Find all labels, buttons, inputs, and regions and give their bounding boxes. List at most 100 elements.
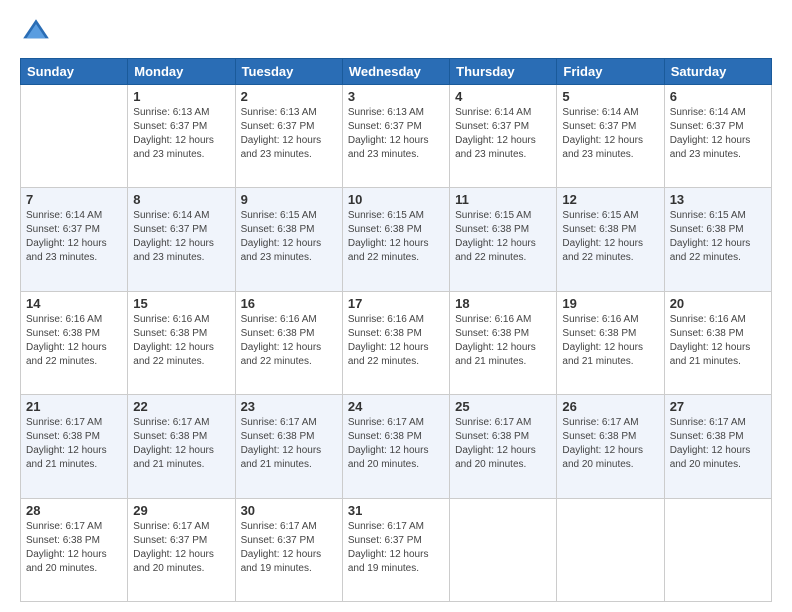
day-number: 31 [348,503,444,518]
day-info: Sunrise: 6:14 AM Sunset: 6:37 PM Dayligh… [455,106,551,162]
calendar-cell: 25 Sunrise: 6:17 AM Sunset: 6:38 PM Dayli… [450,395,557,498]
day-number: 30 [241,503,337,518]
calendar-cell: 8 Sunrise: 6:14 AM Sunset: 6:37 PM Daylig… [128,188,235,291]
day-number: 8 [133,192,229,207]
calendar-cell: 23 Sunrise: 6:17 AM Sunset: 6:38 PM Dayli… [235,395,342,498]
day-info: Sunrise: 6:14 AM Sunset: 6:37 PM Dayligh… [26,209,122,265]
day-info: Sunrise: 6:15 AM Sunset: 6:38 PM Dayligh… [348,209,444,265]
day-number: 23 [241,399,337,414]
day-info: Sunrise: 6:17 AM Sunset: 6:37 PM Dayligh… [348,520,444,576]
calendar-cell: 6Sunrise: 6:14 AM Sunset: 6:37 PM Daylig… [664,85,771,188]
day-number: 2 [241,89,337,104]
day-info: Sunrise: 6:17 AM Sunset: 6:38 PM Dayligh… [133,416,229,472]
day-number: 19 [562,296,658,311]
day-info: Sunrise: 6:13 AM Sunset: 6:37 PM Dayligh… [348,106,444,162]
calendar-cell: 13 Sunrise: 6:15 AM Sunset: 6:38 PM Dayli… [664,188,771,291]
day-number: 9 [241,192,337,207]
calendar-cell: 3 Sunrise: 6:13 AM Sunset: 6:37 PM Daylig… [342,85,449,188]
weekday-header: Tuesday [235,59,342,85]
day-info: Sunrise: 6:16 AM Sunset: 6:38 PM Dayligh… [562,313,658,369]
logo-icon [20,16,52,48]
calendar-cell [557,498,664,601]
day-number: 11 [455,192,551,207]
weekday-header: Sunday [21,59,128,85]
day-info: Sunrise: 6:16 AM Sunset: 6:38 PM Dayligh… [26,313,122,369]
calendar-cell: 20Sunrise: 6:16 AM Sunset: 6:38 PM Dayli… [664,291,771,394]
logo [20,16,56,48]
day-info: Sunrise: 6:14 AM Sunset: 6:37 PM Dayligh… [670,106,766,162]
day-number: 4 [455,89,551,104]
calendar-cell: 14 Sunrise: 6:16 AM Sunset: 6:38 PM Dayli… [21,291,128,394]
calendar-cell: 26 Sunrise: 6:17 AM Sunset: 6:38 PM Dayli… [557,395,664,498]
day-info: Sunrise: 6:16 AM Sunset: 6:38 PM Dayligh… [133,313,229,369]
calendar-cell: 7 Sunrise: 6:14 AM Sunset: 6:37 PM Daylig… [21,188,128,291]
calendar-cell: 12Sunrise: 6:15 AM Sunset: 6:38 PM Dayli… [557,188,664,291]
day-info: Sunrise: 6:17 AM Sunset: 6:38 PM Dayligh… [455,416,551,472]
calendar-cell: 21 Sunrise: 6:17 AM Sunset: 6:38 PM Dayli… [21,395,128,498]
day-number: 7 [26,192,122,207]
day-info: Sunrise: 6:17 AM Sunset: 6:38 PM Dayligh… [26,416,122,472]
day-info: Sunrise: 6:17 AM Sunset: 6:37 PM Dayligh… [133,520,229,576]
day-number: 10 [348,192,444,207]
day-number: 13 [670,192,766,207]
day-number: 14 [26,296,122,311]
calendar-week-row: 14 Sunrise: 6:16 AM Sunset: 6:38 PM Dayli… [21,291,772,394]
calendar-cell: 31 Sunrise: 6:17 AM Sunset: 6:37 PM Dayli… [342,498,449,601]
calendar-week-row: 1 Sunrise: 6:13 AM Sunset: 6:37 PM Daylig… [21,85,772,188]
calendar-cell: 1 Sunrise: 6:13 AM Sunset: 6:37 PM Daylig… [128,85,235,188]
calendar-week-row: 7 Sunrise: 6:14 AM Sunset: 6:37 PM Daylig… [21,188,772,291]
calendar-cell: 22 Sunrise: 6:17 AM Sunset: 6:38 PM Dayli… [128,395,235,498]
page: SundayMondayTuesdayWednesdayThursdayFrid… [0,0,792,612]
day-number: 29 [133,503,229,518]
day-number: 12 [562,192,658,207]
calendar-cell: 27 Sunrise: 6:17 AM Sunset: 6:38 PM Dayli… [664,395,771,498]
weekday-header: Thursday [450,59,557,85]
day-number: 21 [26,399,122,414]
day-info: Sunrise: 6:17 AM Sunset: 6:37 PM Dayligh… [241,520,337,576]
day-number: 5 [562,89,658,104]
day-number: 24 [348,399,444,414]
day-info: Sunrise: 6:13 AM Sunset: 6:37 PM Dayligh… [241,106,337,162]
day-info: Sunrise: 6:17 AM Sunset: 6:38 PM Dayligh… [670,416,766,472]
calendar-cell: 2 Sunrise: 6:13 AM Sunset: 6:37 PM Daylig… [235,85,342,188]
day-number: 27 [670,399,766,414]
calendar-header-row: SundayMondayTuesdayWednesdayThursdayFrid… [21,59,772,85]
day-number: 1 [133,89,229,104]
day-number: 25 [455,399,551,414]
day-info: Sunrise: 6:14 AM Sunset: 6:37 PM Dayligh… [562,106,658,162]
day-info: Sunrise: 6:15 AM Sunset: 6:38 PM Dayligh… [670,209,766,265]
day-info: Sunrise: 6:17 AM Sunset: 6:38 PM Dayligh… [26,520,122,576]
day-info: Sunrise: 6:16 AM Sunset: 6:38 PM Dayligh… [670,313,766,369]
calendar-week-row: 28 Sunrise: 6:17 AM Sunset: 6:38 PM Dayli… [21,498,772,601]
calendar-cell: 9Sunrise: 6:15 AM Sunset: 6:38 PM Daylig… [235,188,342,291]
calendar-cell: 5 Sunrise: 6:14 AM Sunset: 6:37 PM Daylig… [557,85,664,188]
day-info: Sunrise: 6:14 AM Sunset: 6:37 PM Dayligh… [133,209,229,265]
weekday-header: Monday [128,59,235,85]
calendar-cell: 11Sunrise: 6:15 AM Sunset: 6:38 PM Dayli… [450,188,557,291]
calendar-cell: 30 Sunrise: 6:17 AM Sunset: 6:37 PM Dayli… [235,498,342,601]
calendar-cell: 16Sunrise: 6:16 AM Sunset: 6:38 PM Dayli… [235,291,342,394]
day-number: 15 [133,296,229,311]
day-number: 28 [26,503,122,518]
day-info: Sunrise: 6:17 AM Sunset: 6:38 PM Dayligh… [241,416,337,472]
day-number: 18 [455,296,551,311]
calendar-table: SundayMondayTuesdayWednesdayThursdayFrid… [20,58,772,602]
day-number: 16 [241,296,337,311]
calendar-cell: 29 Sunrise: 6:17 AM Sunset: 6:37 PM Dayli… [128,498,235,601]
day-info: Sunrise: 6:16 AM Sunset: 6:38 PM Dayligh… [455,313,551,369]
day-info: Sunrise: 6:17 AM Sunset: 6:38 PM Dayligh… [348,416,444,472]
day-number: 3 [348,89,444,104]
weekday-header: Saturday [664,59,771,85]
day-number: 17 [348,296,444,311]
day-info: Sunrise: 6:16 AM Sunset: 6:38 PM Dayligh… [348,313,444,369]
calendar-week-row: 21 Sunrise: 6:17 AM Sunset: 6:38 PM Dayli… [21,395,772,498]
day-info: Sunrise: 6:17 AM Sunset: 6:38 PM Dayligh… [562,416,658,472]
weekday-header: Wednesday [342,59,449,85]
calendar-cell [450,498,557,601]
day-info: Sunrise: 6:13 AM Sunset: 6:37 PM Dayligh… [133,106,229,162]
day-number: 26 [562,399,658,414]
day-number: 22 [133,399,229,414]
calendar-cell: 17 Sunrise: 6:16 AM Sunset: 6:38 PM Dayli… [342,291,449,394]
calendar-cell: 10 Sunrise: 6:15 AM Sunset: 6:38 PM Dayli… [342,188,449,291]
calendar-cell: 15 Sunrise: 6:16 AM Sunset: 6:38 PM Dayli… [128,291,235,394]
